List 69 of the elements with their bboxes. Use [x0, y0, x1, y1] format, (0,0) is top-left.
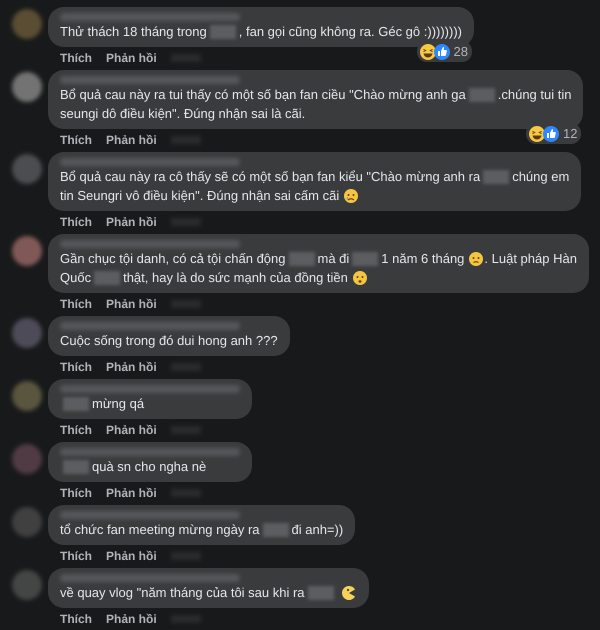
laughing-face-icon	[418, 42, 437, 60]
avatar[interactable]	[12, 444, 42, 474]
reaction-badge[interactable]: 28	[416, 41, 472, 62]
reaction-count: 12	[563, 125, 578, 143]
comment-action-link[interactable]: Thích	[60, 360, 92, 374]
comment-action-link[interactable]: Thích	[60, 132, 92, 146]
comment-action-link[interactable]: Phản hồi	[106, 612, 157, 626]
thumbs-up-icon	[542, 124, 560, 142]
reaction-count: 28	[454, 43, 468, 61]
comment-text: . Luật pháp Hàn	[484, 250, 577, 268]
comment-text: Bổ quả cau này ra cô thấy sẽ có một số bạn fan kiểu "Chào mừng anh ra	[60, 168, 480, 186]
comment-text: quà sn cho ngha nè	[92, 458, 206, 476]
comment-action-link[interactable]: Thích	[60, 214, 92, 228]
avatar[interactable]	[12, 381, 42, 411]
comment-text: thật, hay là do sức mạnh của đồng tiền	[123, 269, 348, 287]
avatar[interactable]	[12, 236, 42, 266]
redaction-block	[308, 586, 334, 600]
worried-face-icon	[352, 270, 368, 286]
comment-text: , fan gọi cũng không ra. Géc gô :))))))))	[238, 23, 462, 41]
comment-text: Quốc	[60, 269, 92, 287]
redaction-block	[210, 24, 236, 38]
avatar[interactable]	[12, 570, 42, 600]
comment-action-link[interactable]: Phản hồi	[106, 296, 157, 310]
comment-text: Thử thách 18 tháng trong	[60, 23, 207, 41]
comment-action-link[interactable]: Phản hồi	[106, 50, 157, 64]
comment-action-link[interactable]: Phản hồi	[106, 360, 157, 374]
comment-text: .chúng tui tin	[498, 86, 572, 104]
comment-action-link[interactable]: Thích	[60, 296, 92, 310]
comment-action-link[interactable]: Thích	[60, 422, 92, 436]
comment-text: Bổ quả cau này ra tui thấy có một số bạn fan ciều "Chào mừng anh ga	[60, 86, 466, 104]
avatar[interactable]	[12, 154, 42, 184]
comment-text: 1 năm 6 tháng	[381, 250, 464, 268]
redaction-block	[468, 88, 495, 102]
chomp-face-icon	[340, 584, 357, 600]
comment-text: tin Seungri vô điều kiện". Đúng nhận sai cấm cãi	[60, 187, 340, 205]
comment-text: seungi dô điều kiện". Đúng nhận sai là cãi.	[60, 105, 306, 123]
comment-action-link[interactable]: Phản hồi	[106, 486, 157, 500]
avatar[interactable]	[12, 507, 42, 537]
redaction-block	[94, 270, 120, 284]
comment-text: mừng qá	[92, 395, 144, 413]
redaction-block	[63, 396, 89, 410]
comment-action-link[interactable]: Phản hồi	[106, 132, 157, 146]
laughing-face-icon	[528, 124, 546, 142]
avatar[interactable]	[12, 72, 42, 102]
reaction-badge[interactable]: 12	[526, 123, 582, 144]
sad-face-icon	[468, 250, 484, 266]
redaction-block	[352, 252, 378, 266]
comment-text: Cuộc sống trong đó dui hong anh ???	[60, 332, 278, 350]
comment-action-link[interactable]: Thích	[60, 486, 92, 500]
comment-action-link[interactable]: Phản hồi	[106, 214, 157, 228]
comment-action-link[interactable]: Thích	[60, 50, 92, 64]
comment-action-link[interactable]: Phản hồi	[106, 422, 157, 436]
avatar[interactable]	[12, 318, 42, 348]
comment-action-link[interactable]: Thích	[60, 548, 92, 562]
comment-text: về quay vlog "năm tháng của tôi sau khi ra	[60, 584, 305, 602]
thumbs-up-icon	[432, 42, 451, 60]
comment-text: Gần chục tội danh, có cả tội chấn động	[60, 250, 286, 268]
comment-text: tổ chức fan meeting mừng ngày ra	[60, 521, 260, 539]
redaction-block	[63, 460, 89, 474]
redaction-block	[483, 170, 510, 184]
avatar[interactable]	[12, 9, 42, 39]
comment-action-link[interactable]: Thích	[60, 612, 92, 626]
redaction-block	[262, 522, 289, 536]
crying-face-icon	[343, 188, 360, 204]
comment-action-link[interactable]: Phản hồi	[106, 548, 157, 562]
redaction-block	[288, 252, 314, 266]
comment-text: đi anh=))	[292, 521, 344, 539]
comment-text: mà đi	[318, 250, 350, 268]
comment-text: chúng em	[512, 168, 570, 186]
